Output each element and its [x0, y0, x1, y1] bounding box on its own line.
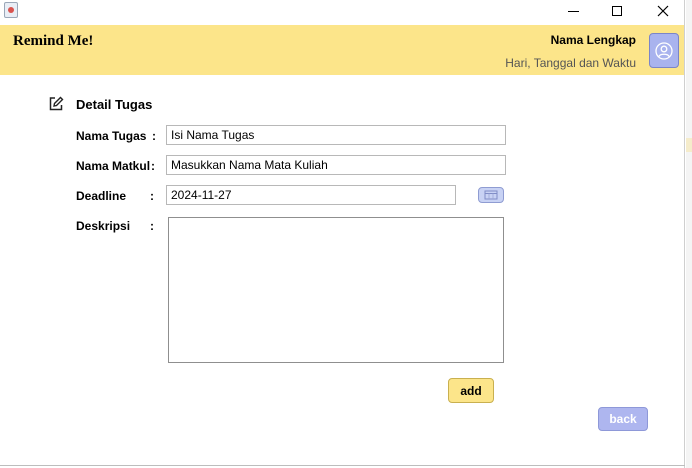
maximize-button[interactable] — [594, 0, 640, 22]
background-window-mark — [686, 138, 692, 152]
avatar-button[interactable] — [649, 33, 679, 68]
user-circle-icon — [655, 41, 673, 60]
calendar-icon — [484, 190, 498, 200]
nama-matkul-colon: : — [151, 159, 155, 173]
background-window-edge — [686, 0, 692, 468]
app-header: Remind Me! Nama Lengkap Hari, Tanggal da… — [0, 25, 684, 75]
nama-tugas-input[interactable] — [166, 125, 506, 145]
section-title: Detail Tugas — [76, 97, 153, 112]
close-button[interactable] — [640, 0, 686, 22]
add-button[interactable]: add — [448, 378, 494, 403]
maximize-icon — [612, 6, 622, 16]
edit-icon — [49, 96, 64, 111]
nama-matkul-input[interactable] — [166, 155, 506, 175]
deadline-label: Deadline — [76, 189, 127, 203]
close-icon — [657, 5, 669, 17]
deadline-colon: : — [150, 189, 154, 203]
deskripsi-label: Deskripsi — [76, 219, 131, 233]
deskripsi-textarea[interactable] — [168, 217, 504, 363]
user-name: Nama Lengkap — [550, 33, 636, 47]
deskripsi-colon: : — [150, 219, 154, 233]
deadline-input[interactable] — [166, 185, 456, 205]
minimize-icon — [567, 10, 579, 12]
date-time-label: Hari, Tanggal dan Waktu — [505, 56, 636, 70]
minimize-button[interactable] — [550, 0, 596, 22]
back-button[interactable]: back — [598, 407, 648, 431]
nama-tugas-colon: : — [152, 129, 156, 143]
java-icon — [4, 2, 18, 18]
nama-matkul-label: Nama Matkul — [76, 159, 151, 173]
nama-tugas-label: Nama Tugas — [76, 129, 147, 143]
calendar-button[interactable] — [478, 187, 504, 203]
window-border-bottom — [0, 465, 685, 466]
app-title: Remind Me! — [13, 33, 94, 49]
window-border-right — [684, 0, 685, 468]
window-titlebar — [0, 0, 684, 25]
